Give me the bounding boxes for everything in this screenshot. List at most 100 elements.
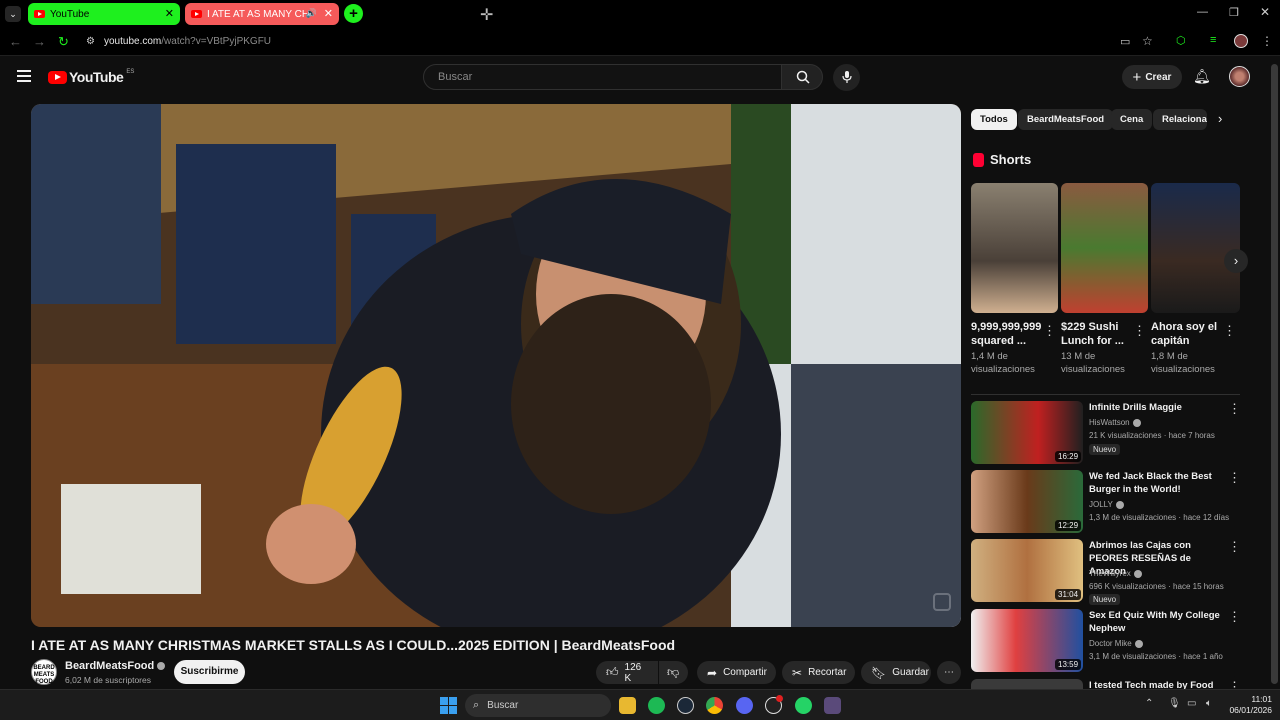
verified-icon bbox=[157, 662, 166, 671]
youtube-logo[interactable]: YouTube ES bbox=[48, 69, 134, 85]
more-vertical-icon[interactable]: ⋮ bbox=[1228, 401, 1241, 417]
url-field[interactable]: youtube.com/watch?v=VBtPyjPKGFU bbox=[104, 36, 271, 47]
short-title: $229 Sushi Lunch for ... bbox=[1061, 321, 1124, 347]
audio-playing-icon[interactable]: 🔊 bbox=[306, 8, 317, 19]
more-actions-button[interactable]: ⋯ bbox=[937, 661, 961, 684]
channel-name[interactable]: TheWillyrex bbox=[1089, 569, 1142, 578]
back-arrow-icon[interactable]: ← bbox=[9, 34, 22, 49]
dislike-button[interactable]: 👎︎ bbox=[659, 661, 688, 684]
more-vertical-icon[interactable]: ⋮ bbox=[1223, 323, 1236, 339]
network-icon[interactable]: ▭ bbox=[1187, 698, 1196, 709]
cast-icon[interactable]: ▭ bbox=[1120, 35, 1130, 48]
tab-menu-chevron-icon[interactable]: ⌄ bbox=[5, 6, 21, 22]
tray-chevron-icon[interactable]: ⌃ bbox=[1145, 698, 1153, 709]
more-vertical-icon[interactable]: ⋮ bbox=[1228, 679, 1241, 689]
more-vertical-icon[interactable]: ⋮ bbox=[1228, 470, 1241, 486]
forward-arrow-icon[interactable]: → bbox=[33, 34, 46, 49]
share-button[interactable]: ➦ Compartir bbox=[697, 661, 776, 684]
video-player[interactable] bbox=[31, 104, 961, 627]
channel-name-text: TheWillyrex bbox=[1089, 569, 1131, 578]
more-vertical-icon[interactable]: ⋮ bbox=[1043, 323, 1056, 339]
windows-start-icon[interactable] bbox=[440, 697, 457, 714]
close-tab-icon[interactable]: ✕ bbox=[324, 8, 333, 20]
search-input[interactable]: Buscar bbox=[423, 64, 782, 90]
recommended-video[interactable]: I tested Tech made by Food ⋮ bbox=[971, 679, 1241, 689]
reload-icon[interactable]: ↻ bbox=[58, 34, 69, 50]
channel-name[interactable]: Doctor Mike bbox=[1089, 639, 1143, 648]
channel-name[interactable]: HisWattson bbox=[1089, 418, 1141, 427]
short-thumbnail[interactable] bbox=[1151, 183, 1240, 313]
save-button[interactable]: 🔖︎ Guardar bbox=[861, 661, 931, 684]
search-button[interactable] bbox=[781, 64, 823, 90]
shorts-next-button[interactable]: › bbox=[1224, 249, 1248, 273]
recommended-video[interactable]: 13:59 Sex Ed Quiz With My College Nephew… bbox=[971, 609, 1241, 673]
like-button[interactable]: 👍︎ 126 K bbox=[596, 661, 658, 684]
chips-next-chevron-icon[interactable]: › bbox=[1218, 111, 1222, 126]
file-explorer-icon[interactable] bbox=[619, 697, 636, 714]
video-settings-overlay-icon[interactable] bbox=[933, 593, 951, 611]
recommended-video[interactable]: 16:29 Infinite Drills Maggie HisWattson … bbox=[971, 401, 1241, 465]
browser-menu-icon[interactable]: ⋮ bbox=[1261, 34, 1273, 48]
like-count: 126 K bbox=[624, 661, 642, 684]
short-item[interactable]: 9,999,999,999 squared ... 1,4 M de visua… bbox=[971, 183, 1058, 376]
close-window-button[interactable]: ✕ bbox=[1260, 5, 1270, 19]
chip-cena[interactable]: Cena bbox=[1111, 109, 1153, 130]
tab-video[interactable]: I ATE AT AS MANY CHRISTM 🔊 ✕ bbox=[185, 3, 339, 25]
short-item[interactable]: $229 Sushi Lunch for ... 13 M de visuali… bbox=[1061, 183, 1148, 376]
short-views: 1,4 M de visualizaciones bbox=[971, 351, 1035, 375]
new-tab-button[interactable]: + bbox=[344, 4, 363, 23]
more-vertical-icon[interactable]: ⋮ bbox=[1228, 539, 1241, 555]
more-vertical-icon[interactable]: ⋮ bbox=[1133, 323, 1146, 339]
subscribe-button[interactable]: Suscribirme bbox=[174, 660, 245, 684]
clip-button[interactable]: ✂ Recortar bbox=[782, 661, 855, 684]
bookmark-star-icon[interactable]: ☆ bbox=[1142, 34, 1153, 48]
microphone-icon bbox=[842, 71, 852, 83]
notifications-bell-icon[interactable]: 🔔︎ bbox=[1193, 68, 1211, 85]
microphone-tray-icon[interactable]: 🎙︎ bbox=[1168, 698, 1181, 709]
voice-search-button[interactable] bbox=[833, 64, 860, 91]
channel-name[interactable]: JOLLY bbox=[1089, 500, 1124, 509]
thumbs-up-icon: 👍︎ bbox=[606, 665, 619, 679]
chrome-icon[interactable] bbox=[706, 697, 723, 714]
chip-todos[interactable]: Todos bbox=[971, 109, 1017, 130]
account-avatar[interactable] bbox=[1229, 66, 1250, 87]
more-vertical-icon[interactable]: ⋮ bbox=[1228, 609, 1241, 625]
region-code: ES bbox=[126, 69, 135, 75]
channel-name-text: JOLLY bbox=[1089, 500, 1113, 509]
create-button[interactable]: + Crear bbox=[1122, 65, 1182, 89]
site-info-icon[interactable]: ⚙ bbox=[86, 36, 95, 47]
maximize-window-button[interactable]: ❐ bbox=[1229, 6, 1239, 19]
chip-beardmeatsfood[interactable]: BeardMeatsFood bbox=[1018, 109, 1114, 130]
spotify-icon[interactable] bbox=[648, 697, 665, 714]
video-title: I ATE AT AS MANY CHRISTMAS MARKET STALLS… bbox=[31, 637, 676, 653]
create-label: Crear bbox=[1145, 71, 1172, 83]
extensions-icon[interactable]: ⬡ bbox=[1176, 34, 1186, 47]
chip-relacionados[interactable]: Relaciona bbox=[1153, 109, 1207, 130]
clock[interactable]: 11:01 06/01/2026 bbox=[1224, 694, 1272, 716]
app-icon[interactable] bbox=[824, 697, 841, 714]
steam-icon[interactable] bbox=[677, 697, 694, 714]
search-icon bbox=[796, 70, 810, 84]
discord-icon[interactable] bbox=[736, 697, 753, 714]
save-label: Guardar bbox=[892, 667, 929, 678]
media-controls-icon[interactable]: ≡ bbox=[1210, 34, 1216, 46]
channel-name[interactable]: BeardMeatsFood bbox=[65, 660, 166, 672]
volume-icon[interactable]: 🔈︎ bbox=[1206, 698, 1212, 709]
page-scrollbar[interactable] bbox=[1271, 64, 1278, 684]
taskbar-search-input[interactable]: ⌕ Buscar bbox=[465, 694, 611, 717]
short-thumbnail[interactable] bbox=[1061, 183, 1148, 313]
hamburger-menu-icon[interactable] bbox=[17, 70, 31, 82]
short-item[interactable]: Ahora soy el capitán 1,8 M de visualizac… bbox=[1151, 183, 1240, 376]
profile-avatar-icon[interactable] bbox=[1234, 34, 1248, 48]
whatsapp-icon[interactable] bbox=[795, 697, 812, 714]
video-title: I tested Tech made by Food bbox=[1089, 680, 1214, 689]
video-thumbnail[interactable] bbox=[971, 679, 1083, 689]
close-tab-icon[interactable]: ✕ bbox=[165, 8, 174, 20]
recommended-video[interactable]: 31:04 Abrimos las Cajas con PEORES RESEÑ… bbox=[971, 539, 1241, 605]
video-duration: 31:04 bbox=[1055, 589, 1082, 600]
recommended-video[interactable]: 12:29 We fed Jack Black the Best Burger … bbox=[971, 470, 1241, 534]
tab-youtube[interactable]: YouTube ✕ bbox=[28, 3, 180, 25]
minimize-window-button[interactable]: — bbox=[1197, 6, 1208, 18]
channel-avatar[interactable]: BEARD MEATS FOOD bbox=[31, 659, 57, 685]
short-thumbnail[interactable] bbox=[971, 183, 1058, 313]
